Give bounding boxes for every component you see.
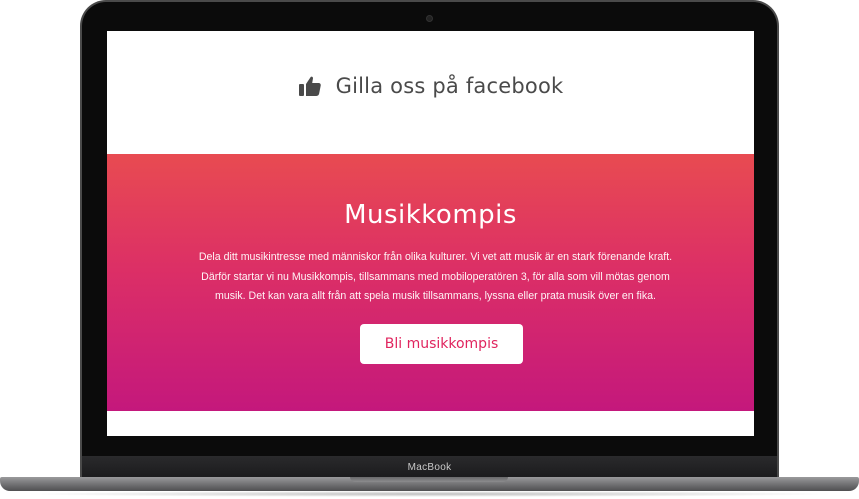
camera-icon [427, 16, 432, 21]
hero-description: Dela ditt musikintresse med människor fr… [198, 251, 673, 303]
laptop-shadow [20, 491, 839, 497]
facebook-link-text[interactable]: Gilla oss på facebook [336, 74, 564, 98]
laptop-notch [350, 477, 508, 482]
laptop-screen: Gilla oss på facebook Musikkompis Dela d… [107, 31, 754, 436]
thumbs-up-icon [298, 76, 321, 96]
hero-banner: Musikkompis Dela ditt musikintresse med … [107, 154, 754, 411]
screen-bottom-area [107, 411, 754, 436]
laptop-mockup: Gilla oss på facebook Musikkompis Dela d… [0, 0, 859, 499]
join-musikkompis-button[interactable]: Bli musikkompis [360, 324, 523, 364]
hero-title: Musikkompis [344, 200, 517, 230]
facebook-like-link[interactable]: Gilla oss på facebook [107, 31, 754, 154]
laptop-brand-label: MacBook [407, 462, 452, 473]
